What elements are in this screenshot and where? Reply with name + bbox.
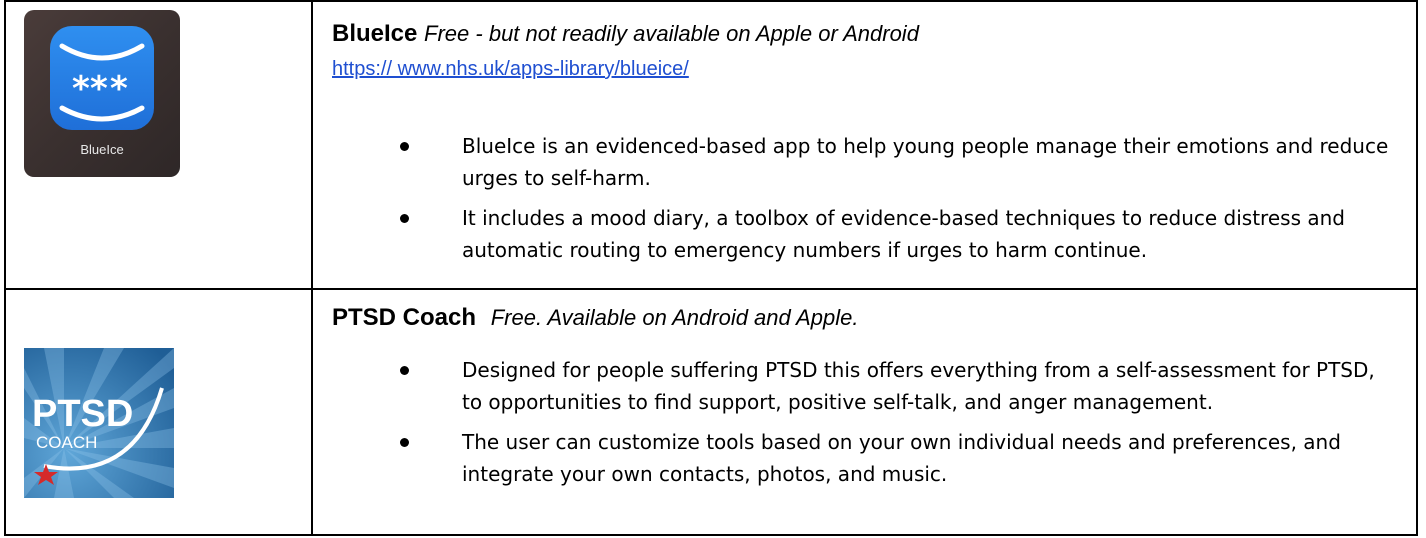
bullet-text: BlueIce is an evidenced-based app to hel… (462, 134, 1389, 190)
ptsd-coach-app-icon: PTSD COACH (24, 348, 174, 498)
bullet-text: Designed for people suffering PTSD this … (462, 358, 1375, 414)
bullet-icon (400, 142, 409, 151)
svg-text:PTSD: PTSD (32, 393, 133, 435)
bullet-text: It includes a mood diary, a toolbox of e… (462, 206, 1345, 262)
blueice-link[interactable]: https:// www.nhs.uk/apps-library/blueice… (332, 58, 689, 81)
blueice-bullet-list: BlueIce is an evidenced-based app to hel… (400, 130, 1400, 274)
blueice-face-icon: * * * (50, 26, 154, 130)
blueice-app-icon: * * * BlueIce (24, 10, 180, 177)
svg-text:*: * (90, 69, 108, 109)
bullet-text: The user can customize tools based on yo… (462, 430, 1341, 486)
bullet-icon (400, 214, 409, 223)
bullet-icon (400, 366, 409, 375)
list-item: Designed for people suffering PTSD this … (400, 354, 1380, 418)
app-availability: Free. Available on Android and Apple. (490, 305, 859, 330)
app-name: BlueIce (332, 20, 418, 47)
list-item: BlueIce is an evidenced-based app to hel… (400, 130, 1400, 194)
svg-text:*: * (72, 69, 90, 109)
app-title-blueice: BlueIce Free - but not readily available… (332, 20, 919, 48)
list-item: The user can customize tools based on yo… (400, 426, 1380, 490)
svg-text:*: * (110, 69, 128, 109)
bullet-icon (400, 438, 409, 447)
list-item: It includes a mood diary, a toolbox of e… (400, 202, 1400, 266)
icon-caption: BlueIce (80, 142, 124, 157)
apps-table: * * * BlueIce BlueIce Free - but not rea… (4, 0, 1418, 536)
ptsd-bullet-list: Designed for people suffering PTSD this … (400, 354, 1380, 498)
row-divider (6, 288, 1416, 290)
svg-text:COACH: COACH (36, 433, 97, 452)
app-availability: Free - but not readily available on Appl… (424, 21, 919, 46)
column-divider (311, 2, 313, 534)
app-title-ptsd-coach: PTSD Coach Free. Available on Android an… (332, 304, 858, 332)
app-name: PTSD Coach (332, 304, 477, 331)
